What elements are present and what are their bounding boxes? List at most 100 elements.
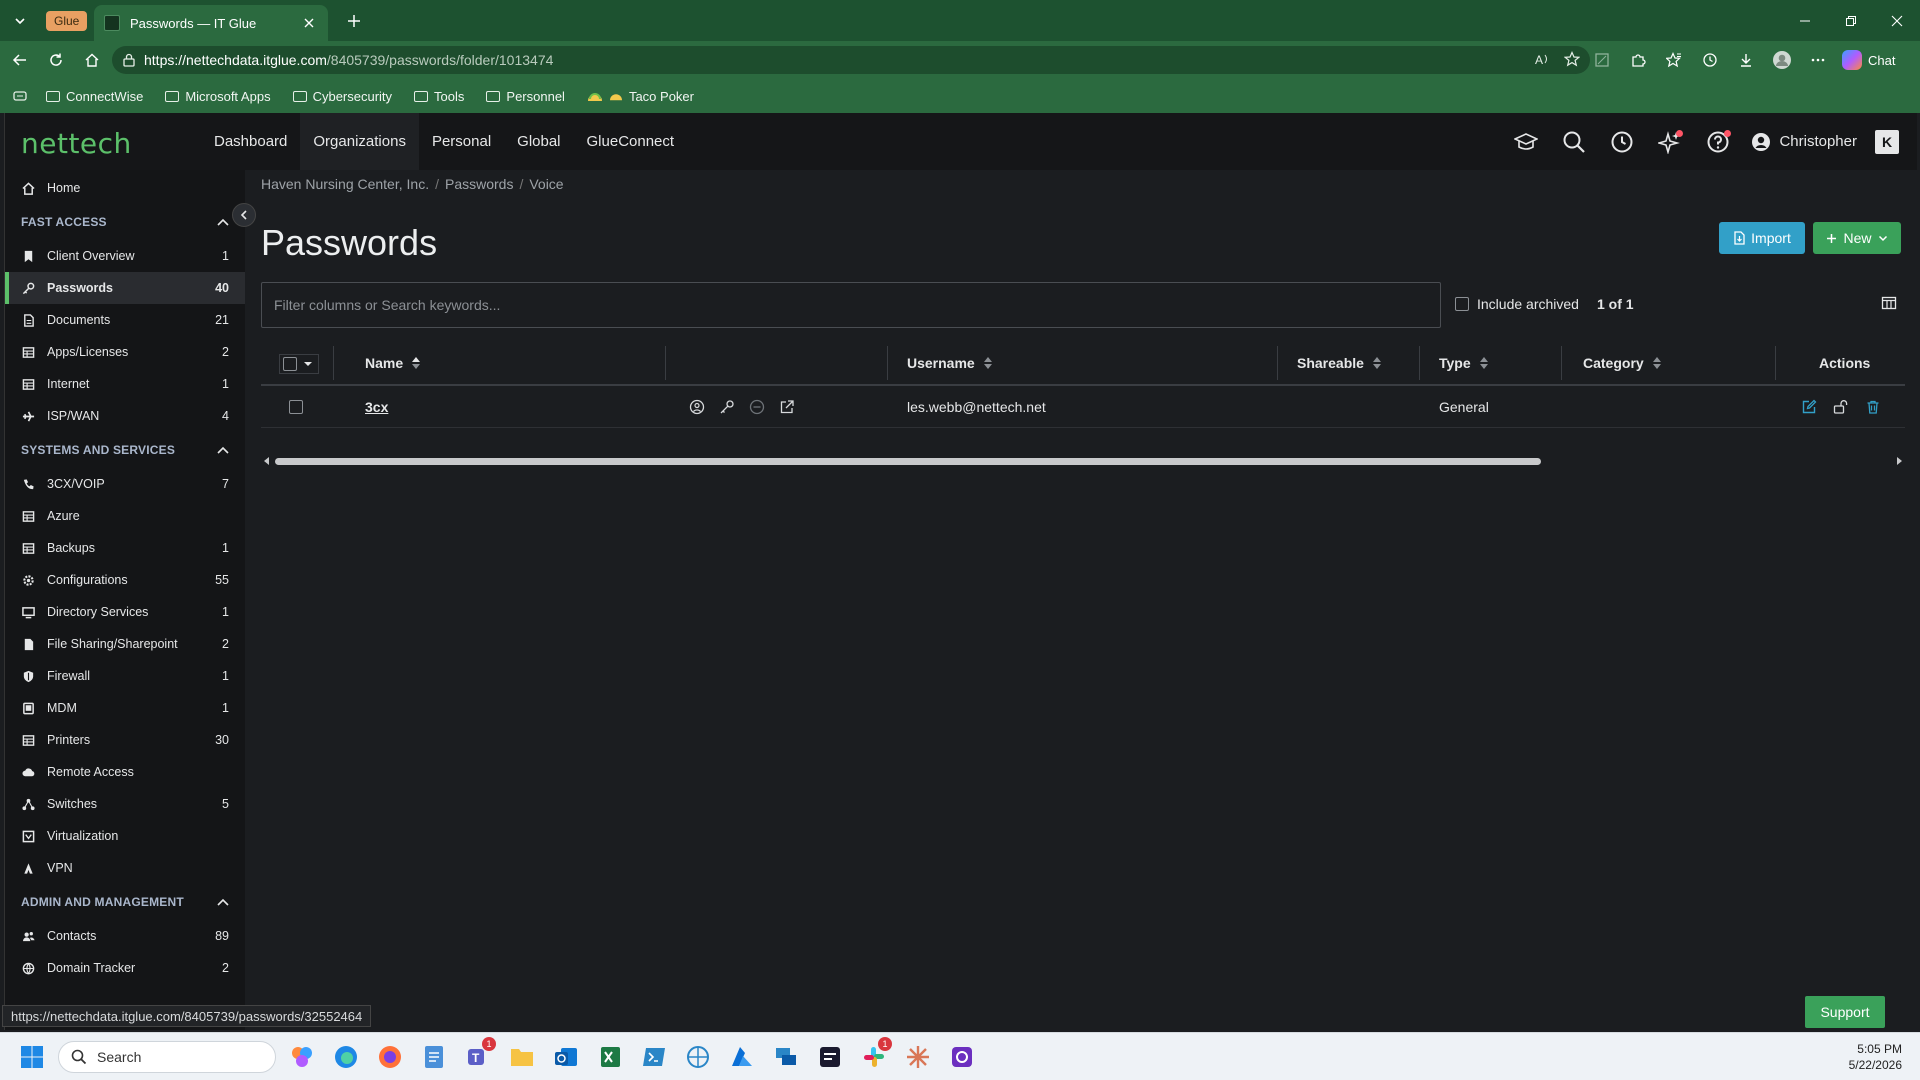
sidebar-item-remote-access[interactable]: Remote Access [5,756,245,788]
row-checkbox[interactable] [289,400,303,414]
nettech-logo[interactable]: nettech [21,127,132,160]
profile-button[interactable] [1770,48,1794,72]
sidebar-section-header[interactable]: ADMIN AND MANAGEMENT [5,884,245,920]
taskbar-app-purple-icon[interactable] [946,1041,978,1073]
sidebar-item-printers[interactable]: Printers 30 [5,724,245,756]
back-button[interactable] [8,48,32,72]
taskbar-screenconnect-icon[interactable] [814,1041,846,1073]
address-bar[interactable]: https://nettechdata.itglue.com/8405739/p… [112,46,1590,74]
tab-close-button[interactable] [300,14,318,32]
taskbar-powershell-icon[interactable] [638,1041,670,1073]
close-window-button[interactable] [1874,0,1920,41]
sidebar-item-apps-licenses[interactable]: Apps/Licenses 2 [5,336,245,368]
select-all-checkbox[interactable] [283,357,297,371]
select-all-dropdown[interactable] [279,354,319,374]
home-button[interactable] [80,48,104,72]
collections-icon[interactable] [12,88,28,104]
sidebar-section-header[interactable]: FAST ACCESS [5,204,245,240]
favorites-button[interactable] [1662,48,1686,72]
taskbar-firefox-icon[interactable] [374,1041,406,1073]
sidebar-item-contacts[interactable]: Contacts 89 [5,920,245,952]
column-header-username[interactable]: Username [907,340,993,386]
taskbar-clock[interactable]: 5:05 PM 5/22/2026 [1849,1041,1902,1073]
copilot-chat-button[interactable]: Chat [1842,50,1895,70]
bookmark-cybersecurity[interactable]: Cybersecurity [292,89,392,104]
new-button[interactable]: New [1813,222,1901,254]
user-menu[interactable]: Christopher [1751,132,1857,152]
column-header-category[interactable]: Category [1583,340,1662,386]
sidebar-item-backups[interactable]: Backups 1 [5,532,245,564]
row-select[interactable] [289,386,303,428]
bookmark-taco-poker[interactable]: Taco Poker [587,89,694,104]
import-button[interactable]: Import [1719,222,1805,254]
restore-button[interactable] [1828,0,1874,41]
sidebar-item-client-overview[interactable]: Client Overview 1 [5,240,245,272]
sidebar-item-3cx-voip[interactable]: 3CX/VOIP 7 [5,468,245,500]
extension-button[interactable] [1590,48,1614,72]
tab-group-chip[interactable]: Glue [46,11,88,31]
unlock-icon[interactable] [1833,399,1849,415]
nav-organizations[interactable]: Organizations [300,113,419,170]
password-name-link[interactable]: 3cx [365,399,388,415]
breadcrumb-passwords[interactable]: Passwords [445,176,513,192]
include-archived-checkbox[interactable] [1455,297,1469,311]
taskbar-rdp-icon[interactable] [770,1041,802,1073]
history-button[interactable] [1698,48,1722,72]
breadcrumb-organization[interactable]: Haven Nursing Center, Inc. [261,176,429,192]
open-url-external-icon[interactable] [779,399,795,415]
filter-search-input[interactable] [262,283,1440,327]
sidebar-item-internet[interactable]: Internet 1 [5,368,245,400]
nav-global[interactable]: Global [504,113,573,170]
bookmark-tools[interactable]: Tools [414,89,464,104]
taskbar-network-tool-icon[interactable] [682,1041,714,1073]
sidebar-item-home[interactable]: Home [5,172,245,204]
sidebar-item-azure[interactable]: Azure [5,500,245,532]
taskbar-teams-icon[interactable]: T1 [462,1037,496,1073]
favorite-star-icon[interactable] [1564,51,1580,67]
trash-icon[interactable] [1865,399,1881,415]
sidebar-item-switches[interactable]: Switches 5 [5,788,245,820]
taskbar-m365-icon[interactable] [286,1041,318,1073]
global-search-button[interactable] [1559,127,1589,157]
new-tab-button[interactable] [342,9,366,33]
minimize-button[interactable] [1782,0,1828,41]
include-archived-toggle[interactable]: Include archived [1455,296,1579,312]
sidebar-item-configurations[interactable]: Configurations 55 [5,564,245,596]
bookmark-personnel[interactable]: Personnel [486,89,565,104]
scroll-right-icon[interactable] [1895,457,1903,465]
table-row[interactable]: 3cx les.webb@nettech.net General [261,386,1905,428]
sidebar-item-directory-services[interactable]: Directory Services 1 [5,596,245,628]
taskbar-notepad-icon[interactable] [418,1041,450,1073]
sidebar-item-file-sharing-sharepoint[interactable]: File Sharing/Sharepoint 2 [5,628,245,660]
help-button[interactable] [1703,127,1733,157]
browser-tab-active[interactable]: Passwords — IT Glue [94,5,328,41]
copy-username-icon[interactable] [689,399,705,415]
breadcrumb-folder[interactable]: Voice [529,176,563,192]
column-header-type[interactable]: Type [1439,340,1489,386]
taskbar-search[interactable]: Search [58,1041,276,1073]
copy-password-key-icon[interactable] [719,399,735,415]
nav-personal[interactable]: Personal [419,113,504,170]
recent-history-button[interactable] [1607,127,1637,157]
scrollbar-thumb[interactable] [275,458,1541,465]
refresh-button[interactable] [44,48,68,72]
scroll-left-icon[interactable] [263,457,271,465]
sidebar-collapse-button[interactable] [232,203,256,227]
bookmark-microsoft-apps[interactable]: Microsoft Apps [165,89,271,104]
nav-glueconnect[interactable]: GlueConnect [574,113,688,170]
read-aloud-icon[interactable]: A [1534,51,1550,67]
taskbar-outlook-icon[interactable] [550,1041,582,1073]
sidebar-item-isp-wan[interactable]: ISP/WAN 4 [5,400,245,432]
downloads-button[interactable] [1734,48,1758,72]
taskbar-explorer-icon[interactable] [506,1041,538,1073]
tab-list-button[interactable] [8,9,32,33]
bookmark-connectwise[interactable]: ConnectWise [46,89,143,104]
taskbar-edge-icon[interactable] [330,1041,362,1073]
taskbar-excel-icon[interactable] [594,1041,626,1073]
site-info-icon[interactable] [122,53,136,67]
taskbar-slack-icon[interactable]: 1 [858,1037,892,1073]
edit-icon[interactable] [1801,399,1817,415]
more-button[interactable] [1806,48,1830,72]
ai-sparkle-button[interactable] [1655,127,1685,157]
sidebar-item-vpn[interactable]: VPN [5,852,245,884]
